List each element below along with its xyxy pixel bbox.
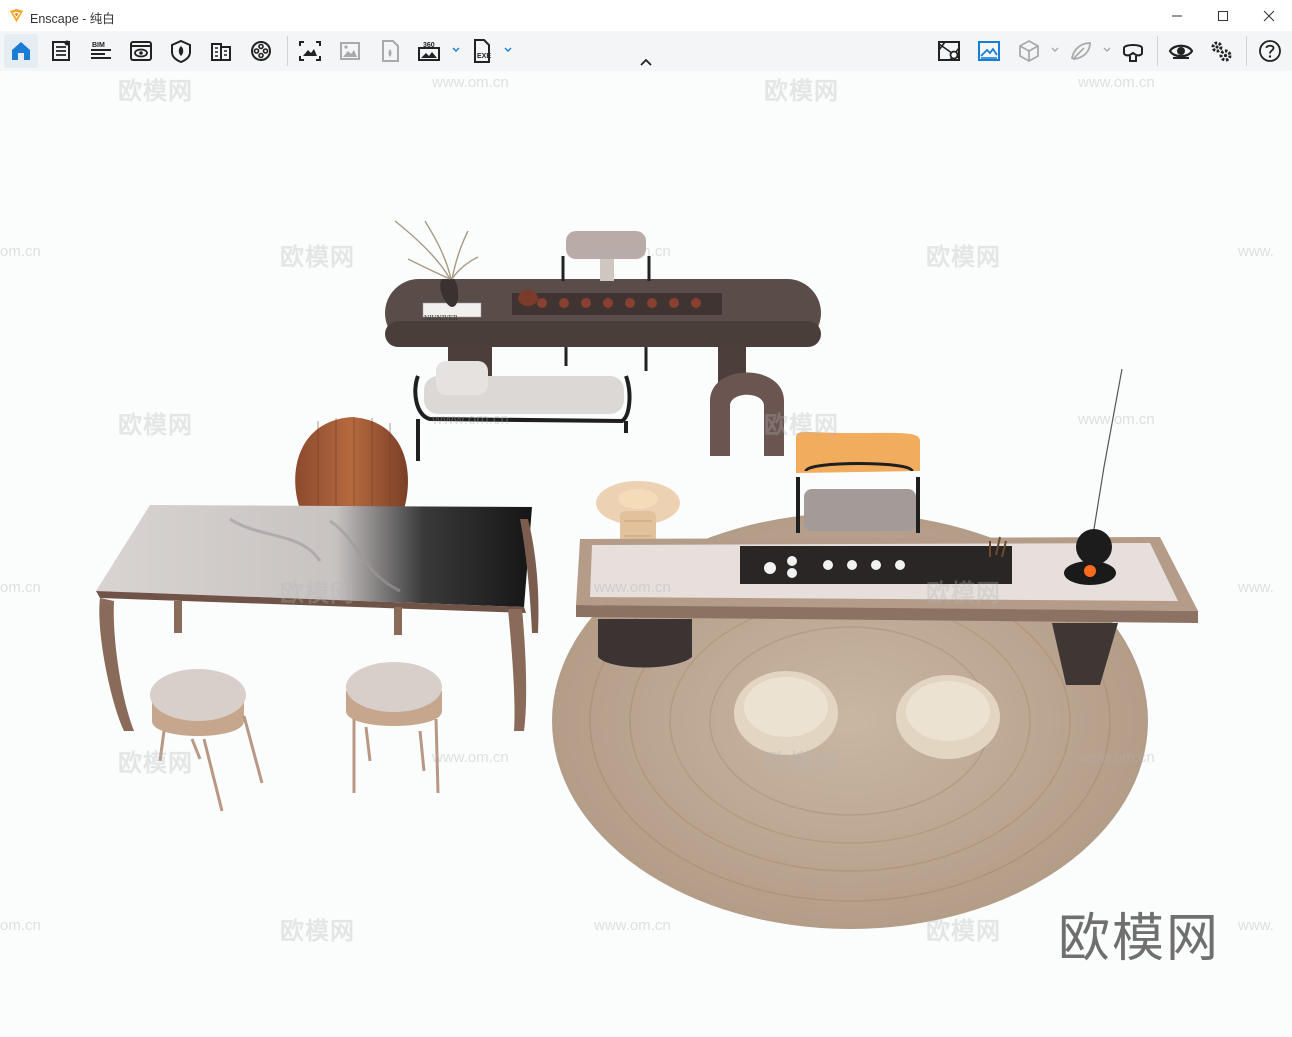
watermark-url: www.om.cn [432,74,509,91]
watermark: 欧模网 [926,580,1001,607]
toolbar-separator [1246,36,1247,66]
live-view-button[interactable] [1164,34,1198,68]
collapse-toolbar-chevron-icon[interactable] [637,56,655,70]
book-title: NIUNIVER [424,315,458,322]
film-reel-icon [251,41,271,61]
cube-icon [1019,39,1039,63]
svg-text:360: 360 [423,42,435,49]
building-icon [211,43,231,61]
export-exe-icon: EXE [474,39,491,63]
panorama-file-icon [382,40,399,62]
leather-chair [295,417,408,509]
svg-text:EXE: EXE [477,53,491,60]
map-view-icon [938,41,960,61]
document-list-icon [52,40,70,61]
render-viewport[interactable]: NIUNIVER 欧模网 www.om.cn 欧模网 www.om.cn om.… [0,71,1292,1037]
window-title: Enscape - 纯白 [30,12,115,26]
round-stool-left [150,669,264,812]
help-button[interactable] [1253,34,1287,68]
export-exe-button[interactable]: EXE [465,34,499,68]
watermark-url: www.om.cn [1078,411,1155,428]
video-editor-button[interactable] [244,34,278,68]
title-bar: Enscape - 纯白 [0,0,1292,31]
watermark-url: www. [1238,243,1274,260]
toolbar-separator [1157,36,1158,66]
watermark-url: om.cn [0,917,41,934]
watermark: 欧模网 [926,244,1001,271]
watermark: 欧模网 [764,412,839,439]
furniture-render-scene: NIUNIVER [96,220,1198,929]
map-view-button[interactable] [932,34,966,68]
watermark-url: www.om.cn [594,917,671,934]
watermark-url: www.om.cn [432,411,509,428]
dried-grass-decor [394,220,479,280]
building-button[interactable] [204,34,238,68]
screenshot-button[interactable] [293,34,327,68]
bim-icon: BIM [91,42,111,59]
visual-settings-icon [978,41,1000,61]
watermark: 欧模网 [118,750,193,777]
watermark: 欧模网 [280,244,355,271]
bim-button[interactable]: BIM [84,34,118,68]
round-stool-right [346,662,442,794]
home-button[interactable] [4,34,38,68]
close-icon [1263,10,1275,21]
watermark-url: www. [1238,579,1274,596]
view-eye-icon [130,41,152,61]
settings-gears-icon [1211,41,1232,62]
batch-render-button[interactable] [333,34,367,68]
watermark-url: www.om.cn [594,579,671,596]
maximize-icon [1218,10,1228,21]
watermark: 欧模网 [118,78,193,105]
watermark-url: om.cn [0,243,41,260]
live-view-eye-icon [1168,44,1194,59]
panorama-360-icon: 360 [418,42,440,61]
chevron-down-icon[interactable] [1102,43,1112,57]
chevron-down-icon[interactable] [503,43,513,57]
minimize-icon [1172,15,1182,16]
enscape-logo-icon [9,8,24,23]
brand-watermark: 欧模网 [1058,909,1221,969]
visual-settings-button[interactable] [972,34,1006,68]
close-button[interactable] [1246,0,1292,31]
watermark: 欧模网 [118,412,193,439]
asset-library-button[interactable] [1064,34,1098,68]
vr-headset-button[interactable] [1116,34,1150,68]
panorama-file-button[interactable] [373,34,407,68]
vr-headset-icon [1123,44,1143,62]
batch-render-icon [340,42,360,60]
material-button[interactable] [164,34,198,68]
watermark-url: www.om.cn [1078,74,1155,91]
svg-text:BIM: BIM [92,42,105,49]
cube-button[interactable] [1012,34,1046,68]
watermark: 欧模网 [280,580,355,607]
asset-library-icon [1070,42,1091,60]
maximize-button[interactable] [1200,0,1246,31]
minimize-button[interactable] [1154,0,1200,31]
watermark: 欧模网 [926,918,1001,945]
watermark-url: www.om.cn [594,243,671,260]
watermark: 欧模网 [764,78,839,105]
watermark: 欧模网 [280,918,355,945]
chevron-down-icon[interactable] [1050,43,1060,57]
orange-back-chair [796,432,920,533]
screenshot-icon [299,41,321,61]
watermark-url: om.cn [0,579,41,596]
view-button[interactable] [124,34,158,68]
watermark-url: www. [1238,917,1274,934]
home-icon [12,42,30,60]
help-icon [1259,40,1281,62]
settings-button[interactable] [1204,34,1238,68]
panorama-360-button[interactable]: 360 [413,34,447,68]
shield-leaf-icon [171,39,191,64]
watermark: 欧模网 [764,750,839,777]
watermark-url: www.om.cn [1078,749,1155,766]
toolbar-separator [287,36,288,66]
chevron-down-icon[interactable] [451,43,461,57]
watermark-url: www.om.cn [432,749,509,766]
document-list-button[interactable] [44,34,78,68]
